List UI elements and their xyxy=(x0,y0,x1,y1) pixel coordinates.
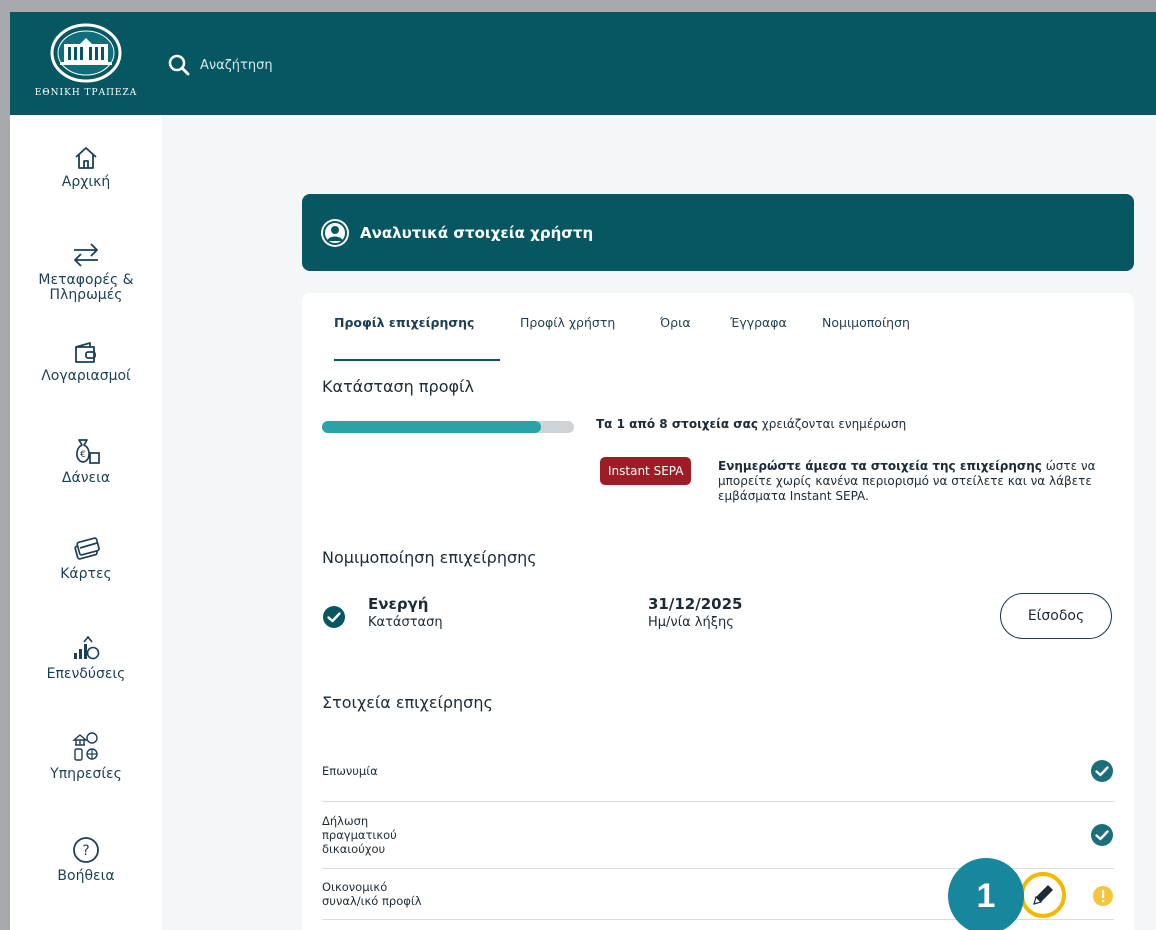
business-details-title: Στοιχεία επιχείρησης xyxy=(322,693,493,712)
sidebar-item-label: Λογαριασμοί xyxy=(41,368,131,384)
transfer-arrows-icon xyxy=(74,243,98,267)
search-placeholder: Αναζήτηση xyxy=(200,57,273,73)
legalization-status-value: Ενεργή xyxy=(368,595,429,613)
sidebar-item-label: Κάρτες xyxy=(60,566,112,582)
tab-business-profile[interactable]: Προφίλ επιχείρησης xyxy=(334,313,500,361)
detail-row-company-name[interactable]: Επωνυμία xyxy=(322,741,1114,802)
sidebar-item-accounts[interactable]: Λογαριασμοί xyxy=(10,341,162,384)
tab-label: Νομιμοποίηση xyxy=(822,315,910,330)
legalization-title: Νομιμοποίηση επιχείρησης xyxy=(322,548,537,567)
profile-progress-bar xyxy=(322,421,574,433)
profile-card: Προφίλ επιχείρησης Προφίλ χρήστη Όρια Έγ… xyxy=(302,293,1134,930)
cards-icon xyxy=(74,537,100,560)
tab-user-profile[interactable]: Προφίλ χρήστη xyxy=(520,313,615,359)
sidebar-item-home[interactable]: Αρχική xyxy=(10,145,162,190)
check-circle-icon xyxy=(1091,824,1113,846)
sidebar-item-investments[interactable]: Επενδύσεις xyxy=(10,633,162,682)
sidebar-item-label: Υπηρεσίες xyxy=(50,766,122,782)
sidebar-item-loans[interactable]: € Δάνεια xyxy=(10,437,162,486)
tab-documents[interactable]: Έγγραφα xyxy=(730,313,787,359)
profile-status-title: Κατάσταση προφίλ xyxy=(322,377,474,396)
progress-text-bold: Τα 1 από 8 στοιχεία σας xyxy=(596,417,758,431)
progress-text-rest: χρειάζονται ενημέρωση xyxy=(761,417,907,431)
check-circle-icon xyxy=(323,606,345,628)
detail-label: Δήλωση πραγματικού δικαιούχου xyxy=(322,814,397,856)
investments-icon xyxy=(74,635,100,660)
profile-progress-fill xyxy=(322,421,542,433)
banner-title: Αναλυτικά στοιχεία χρήστη xyxy=(360,223,594,242)
sidebar-item-label: Αρχική xyxy=(61,174,111,190)
sidebar: Αρχική Μεταφορές & Πληρωμές Λογαριασμοί … xyxy=(10,115,162,930)
money-bag-icon: € xyxy=(76,439,100,464)
sidebar-item-label: Δάνεια xyxy=(61,470,111,486)
warning-circle-icon xyxy=(1093,886,1113,906)
login-button[interactable]: Είσοδος xyxy=(1000,593,1112,639)
tab-label: Προφίλ χρήστη xyxy=(520,315,616,330)
search-box[interactable]: Αναζήτηση xyxy=(168,52,273,78)
expiry-date-value: 31/12/2025 xyxy=(648,595,743,613)
wallet-icon xyxy=(75,342,96,363)
tab-label: Προφίλ επιχείρησης xyxy=(334,315,475,330)
search-icon xyxy=(168,54,190,76)
sidebar-item-services[interactable]: Υπηρεσίες xyxy=(10,731,162,782)
logo-text: ΕΘΝΙΚΗ ΤΡΑΠΕΖΑ xyxy=(34,88,138,98)
tab-label: Όρια xyxy=(660,315,691,330)
instant-sepa-badge: Instant SEPA xyxy=(600,457,692,485)
progress-text: Τα 1 από 8 στοιχεία σας χρειάζονται ενημ… xyxy=(596,417,906,431)
bank-building-icon xyxy=(50,23,122,83)
sidebar-item-cards[interactable]: Κάρτες xyxy=(10,535,162,582)
app-window: ΕΘΝΙΚΗ ΤΡΑΠΕΖΑ Αναζήτηση Αρχική Μεταφορέ… xyxy=(10,12,1156,930)
svg-text:€: € xyxy=(80,450,86,460)
top-bar: ΕΘΝΙΚΗ ΤΡΑΠΕΖΑ Αναζήτηση xyxy=(10,12,1156,115)
detail-label: Επωνυμία xyxy=(322,764,378,778)
check-circle-icon xyxy=(1091,760,1113,782)
user-avatar-icon xyxy=(321,218,349,247)
step-callout-badge: 1 xyxy=(948,858,1024,930)
detail-label: Οικονομικό συναλ/ικό προφίλ xyxy=(322,880,422,908)
sidebar-item-label: Βοήθεια xyxy=(57,868,115,884)
sidebar-item-label: Μεταφορές & Πληρωμές xyxy=(38,272,134,303)
home-icon xyxy=(75,147,97,169)
edit-pencil-icon[interactable] xyxy=(1018,870,1068,920)
sepa-note-bold: Ενημερώστε άμεσα τα στοιχεία της επιχείρ… xyxy=(718,459,1042,473)
tab-label: Έγγραφα xyxy=(730,315,787,330)
sidebar-item-label: Επενδύσεις xyxy=(46,666,126,682)
sidebar-item-transfers[interactable]: Μεταφορές & Πληρωμές xyxy=(10,241,162,303)
sidebar-item-help[interactable]: ? Βοήθεια xyxy=(10,835,162,884)
expiry-date-caption: Ημ/νία λήξης xyxy=(648,615,734,630)
sepa-note: Ενημερώστε άμεσα τα στοιχεία της επιχείρ… xyxy=(718,459,1124,504)
services-icon xyxy=(72,732,98,761)
tab-limits[interactable]: Όρια xyxy=(660,313,691,359)
svg-text:?: ? xyxy=(82,843,89,859)
tab-legalization[interactable]: Νομιμοποίηση xyxy=(822,313,910,359)
bank-logo[interactable]: ΕΘΝΙΚΗ ΤΡΑΠΕΖΑ xyxy=(22,20,150,105)
tab-bar: Προφίλ επιχείρησης Προφίλ χρήστη Όρια Έγ… xyxy=(324,313,1124,361)
legalization-status-caption: Κατάσταση xyxy=(368,615,443,630)
user-details-banner: Αναλυτικά στοιχεία χρήστη xyxy=(302,194,1134,271)
help-icon: ? xyxy=(73,837,99,863)
